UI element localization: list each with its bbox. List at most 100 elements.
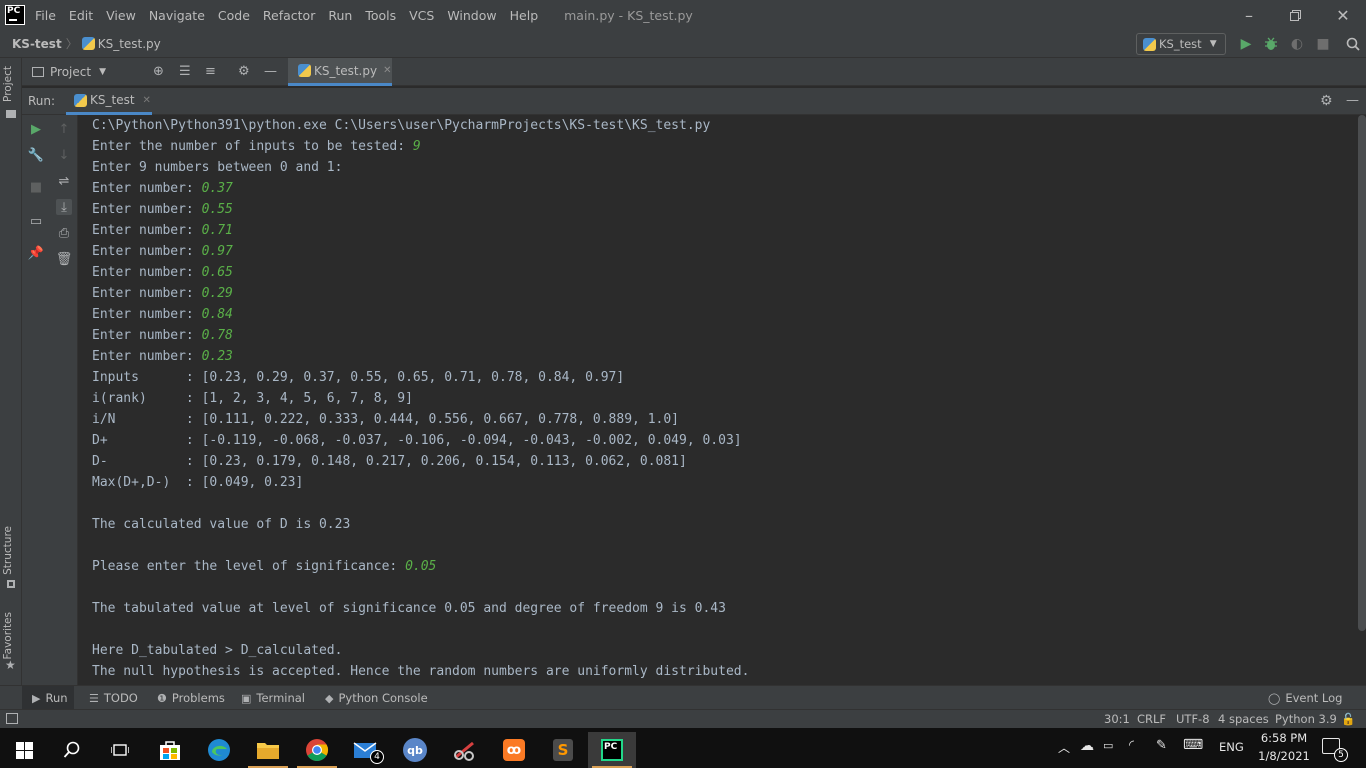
stop-icon[interactable]: ■: [28, 179, 44, 195]
menu-tools[interactable]: Tools: [365, 8, 396, 23]
scroll-to-end-icon[interactable]: ⤓: [56, 199, 72, 215]
tool-tab-run[interactable]: ▶ Run: [22, 686, 74, 710]
pen-icon[interactable]: ✎: [1156, 738, 1167, 753]
menu-window[interactable]: Window: [447, 8, 496, 23]
hide-icon[interactable]: —: [1346, 93, 1359, 108]
cloud-icon[interactable]: ☁: [1080, 738, 1094, 754]
run-console[interactable]: C:\Python\Python391\python.exe C:\Users\…: [79, 115, 1358, 685]
debug-icon[interactable]: [1261, 34, 1281, 54]
console-line: D+ : [-0.119, -0.068, -0.037, -0.106, -0…: [92, 430, 749, 451]
sublime-text-icon[interactable]: S: [539, 732, 587, 768]
project-view-dropdown[interactable]: Project ▼: [32, 65, 106, 79]
run-tab-ks-test[interactable]: KS_test ✕: [66, 88, 152, 115]
arrow-down-icon[interactable]: ↓: [56, 147, 72, 163]
run-icon[interactable]: ▶: [1236, 34, 1256, 54]
close-tab-icon[interactable]: ✕: [143, 95, 151, 106]
indent-setting[interactable]: 4 spaces: [1218, 712, 1269, 726]
menu-code[interactable]: Code: [218, 8, 250, 23]
gear-icon[interactable]: ⚙: [238, 64, 250, 79]
breadcrumb-project[interactable]: KS-test: [12, 37, 62, 51]
qbittorrent-icon[interactable]: qb: [391, 732, 439, 768]
console-user-input: 0.71: [201, 223, 233, 238]
minimize-icon[interactable]: –: [1226, 0, 1272, 30]
menu-vcs[interactable]: VCS: [409, 8, 434, 23]
menu-file[interactable]: File: [35, 8, 56, 23]
layout-icon[interactable]: ▭: [28, 213, 44, 229]
gear-icon[interactable]: ⚙: [1320, 93, 1333, 109]
close-icon[interactable]: ✕: [1320, 0, 1366, 30]
python-interpreter[interactable]: Python 3.9: [1275, 712, 1337, 726]
search-icon[interactable]: [1343, 34, 1363, 54]
console-user-input: 0.23: [201, 349, 233, 364]
clock-time[interactable]: 6:58 PM: [1257, 731, 1311, 745]
restore-icon[interactable]: [1272, 0, 1318, 30]
pycharm-taskbar-icon[interactable]: PC: [588, 732, 636, 768]
tool-tab-problems[interactable]: ❶ Problems: [157, 686, 225, 710]
clock-date[interactable]: 1/8/2021: [1257, 749, 1311, 763]
menu-edit[interactable]: Edit: [69, 8, 93, 23]
console-line-text: The calculated value of D is 0.23: [92, 517, 351, 532]
mail-icon[interactable]: 4: [342, 732, 390, 768]
console-line: Enter number: 0.23: [92, 346, 749, 367]
console-line-text: Enter 9 numbers between 0 and 1:: [92, 160, 343, 175]
file-encoding[interactable]: UTF-8: [1176, 712, 1210, 726]
chevron-up-icon[interactable]: ︿: [1058, 739, 1070, 756]
breadcrumb-file[interactable]: KS_test.py: [98, 37, 161, 51]
menu-refactor[interactable]: Refactor: [263, 8, 315, 23]
caret-position[interactable]: 30:1: [1104, 712, 1130, 726]
project-tool-tab[interactable]: Project: [2, 66, 14, 102]
menu-help[interactable]: Help: [510, 8, 539, 23]
language-indicator[interactable]: ENG: [1219, 740, 1244, 754]
console-line-text: Max(D+,D-) : [0.049, 0.23]: [92, 475, 304, 490]
collapse-all-icon[interactable]: ≡: [205, 64, 216, 79]
menu-run[interactable]: Run: [328, 8, 352, 23]
tool-tab-event-log[interactable]: ◯ Event Log: [1268, 686, 1342, 710]
windows-start-icon[interactable]: [0, 732, 48, 768]
chrome-icon[interactable]: [293, 732, 341, 768]
keyboard-icon[interactable]: ⌨: [1183, 737, 1203, 753]
navigation-bar: KS-test 〉 KS_test.py KS_test ▼ ▶ ◐ ■: [0, 30, 1366, 58]
favorites-tool-tab[interactable]: Favorites: [2, 612, 14, 659]
soft-wrap-icon[interactable]: ⇌: [56, 173, 72, 189]
console-scrollbar[interactable]: [1358, 115, 1366, 631]
structure-icon: [7, 580, 15, 588]
stop-icon[interactable]: ■: [1313, 34, 1333, 54]
console-line-text: i/N : [0.111, 0.222, 0.333, 0.444, 0.556…: [92, 412, 679, 427]
battery-icon[interactable]: ▭: [1103, 739, 1113, 752]
store-icon[interactable]: [146, 732, 194, 768]
edge-browser-icon[interactable]: [195, 732, 243, 768]
locate-icon[interactable]: ⊕: [153, 64, 164, 79]
close-tab-icon[interactable]: ✕: [383, 65, 391, 76]
lock-icon[interactable]: 🔓: [1341, 712, 1355, 726]
tool-tab-python-console[interactable]: ◆ Python Console: [325, 686, 428, 710]
console-user-input: 0.55: [201, 202, 233, 217]
print-icon[interactable]: ⎙: [56, 225, 72, 241]
wrench-icon[interactable]: 🔧: [28, 147, 44, 163]
run-configuration-dropdown[interactable]: KS_test ▼: [1136, 33, 1226, 55]
trash-icon[interactable]: 🗑: [56, 251, 73, 267]
console-line: Enter number: 0.78: [92, 325, 749, 346]
task-view-icon[interactable]: [96, 732, 144, 768]
editor-tab-ks-test[interactable]: KS_test.py ✕: [288, 58, 392, 86]
hide-icon[interactable]: —: [264, 64, 277, 79]
arrow-up-icon[interactable]: ↑: [56, 121, 72, 137]
menu-navigate[interactable]: Navigate: [149, 8, 205, 23]
console-user-input: 0.05: [405, 559, 437, 574]
line-separator[interactable]: CRLF: [1137, 712, 1166, 726]
rerun-icon[interactable]: ▶: [28, 121, 44, 137]
run-with-coverage-icon[interactable]: ◐: [1287, 34, 1307, 54]
mail-badge: 4: [370, 750, 384, 764]
pin-icon[interactable]: 📌: [28, 245, 44, 261]
expand-all-icon[interactable]: ☰: [179, 64, 191, 79]
wifi-icon[interactable]: ◜: [1129, 738, 1134, 753]
file-explorer-icon[interactable]: [244, 732, 292, 768]
menu-view[interactable]: View: [106, 8, 136, 23]
tool-windows-icon[interactable]: [6, 713, 18, 724]
search-icon[interactable]: [48, 732, 96, 768]
structure-tool-tab[interactable]: Structure: [2, 526, 14, 575]
tool-tab-todo[interactable]: ☰ TODO: [89, 686, 138, 710]
tool-tab-terminal[interactable]: ▣ Terminal: [241, 686, 305, 710]
xampp-icon[interactable]: ꝏ: [490, 732, 538, 768]
snipping-tool-icon[interactable]: [441, 732, 489, 768]
